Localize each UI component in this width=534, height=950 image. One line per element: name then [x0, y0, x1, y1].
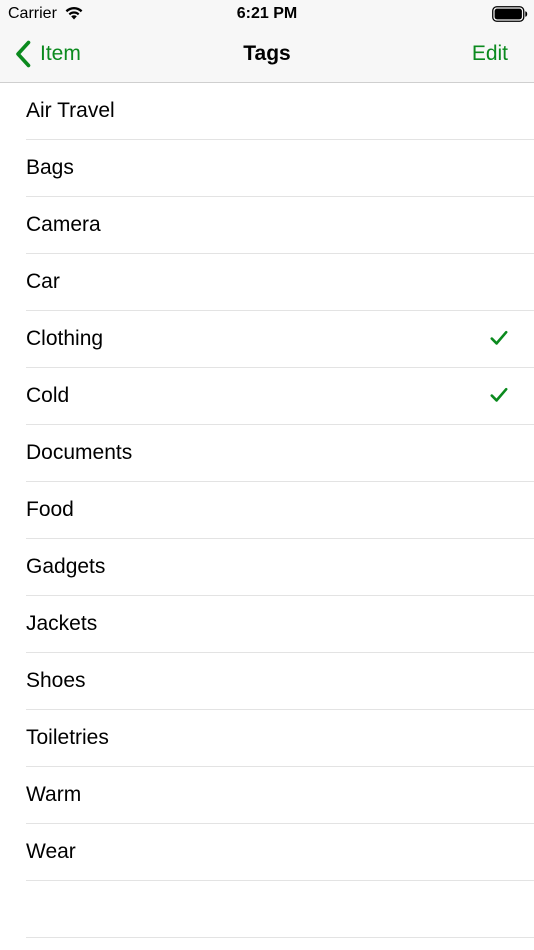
- list-item[interactable]: Air Travel: [26, 83, 534, 140]
- list-item[interactable]: Gadgets: [26, 539, 534, 596]
- tag-label: Documents: [26, 441, 133, 464]
- list-item[interactable]: Bags: [26, 140, 534, 197]
- navigation-bar: Item Tags Edit: [0, 28, 534, 83]
- tag-label: Gadgets: [26, 555, 106, 578]
- list-item[interactable]: Wear: [26, 824, 534, 881]
- list-item[interactable]: Jackets: [26, 596, 534, 653]
- tag-label: Car: [26, 270, 60, 293]
- tag-label: Toiletries: [26, 726, 109, 749]
- tag-label: Shoes: [26, 669, 86, 692]
- list-item[interactable]: Toiletries: [26, 710, 534, 767]
- tag-label: Camera: [26, 213, 101, 236]
- list-item[interactable]: Shoes: [26, 653, 534, 710]
- tag-label: Clothing: [26, 327, 104, 350]
- status-bar: Carrier 6:21 PM: [0, 0, 534, 28]
- list-item[interactable]: Cold: [26, 368, 534, 425]
- tag-list: Air Travel Bags Camera Car Clothing Cold…: [0, 83, 534, 938]
- checkmark-icon: [490, 387, 508, 402]
- empty-row: [26, 881, 534, 938]
- list-item[interactable]: Camera: [26, 197, 534, 254]
- page-title: Tags: [243, 42, 291, 65]
- list-item[interactable]: Car: [26, 254, 534, 311]
- edit-button[interactable]: Edit: [472, 42, 508, 66]
- tag-label: Warm: [26, 783, 82, 806]
- tag-label: Food: [26, 498, 74, 521]
- tag-label: Air Travel: [26, 99, 115, 122]
- battery-icon: [492, 6, 528, 22]
- tag-label: Jackets: [26, 612, 98, 635]
- checkmark-icon: [490, 330, 508, 345]
- list-item[interactable]: Clothing: [26, 311, 534, 368]
- list-item[interactable]: Documents: [26, 425, 534, 482]
- status-time: 6:21 PM: [236, 5, 298, 22]
- list-item[interactable]: Food: [26, 482, 534, 539]
- list-item[interactable]: Warm: [26, 767, 534, 824]
- tag-label: Wear: [26, 840, 76, 863]
- tag-label: Cold: [26, 384, 70, 407]
- tag-label: Bags: [26, 156, 74, 179]
